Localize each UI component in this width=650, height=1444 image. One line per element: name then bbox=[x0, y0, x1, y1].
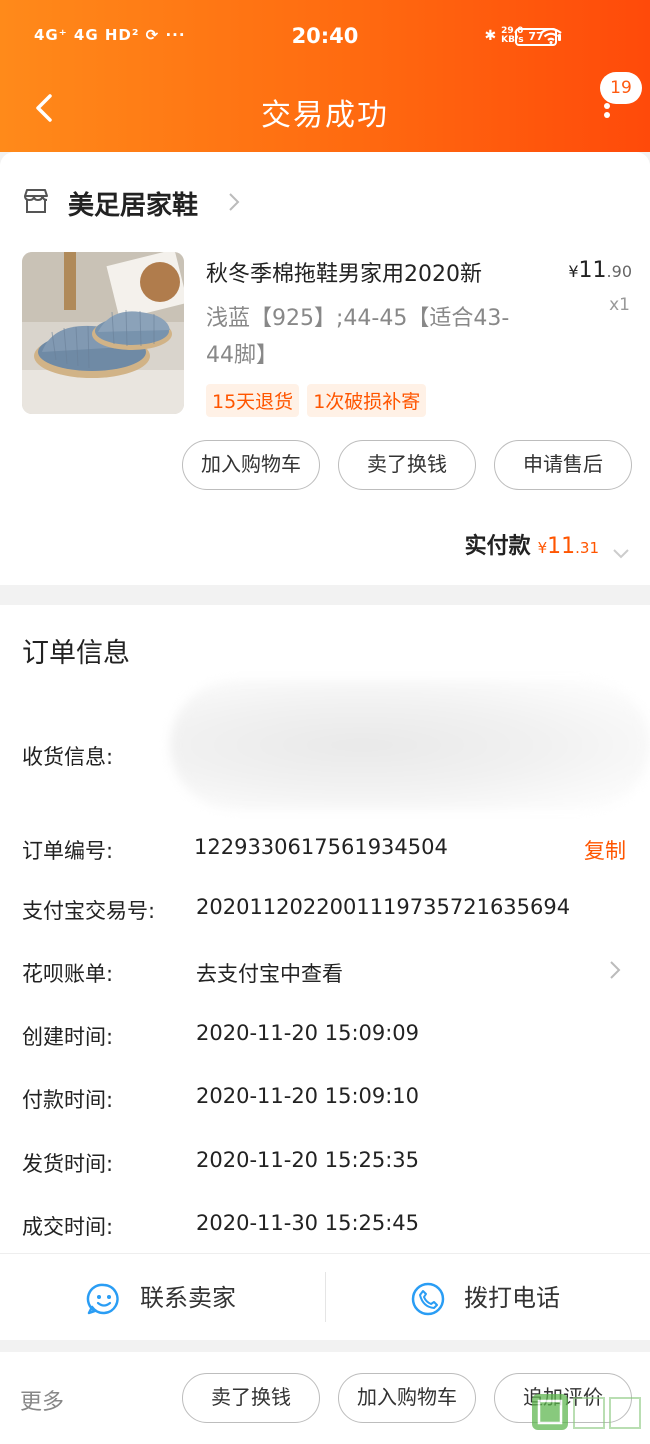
call-button[interactable]: 拨打电话 bbox=[410, 1278, 560, 1317]
more-menu-icon[interactable] bbox=[596, 100, 618, 130]
shipped-time-value: 2020-11-20 15:25:35 bbox=[196, 1148, 420, 1172]
shipping-info-redacted bbox=[170, 680, 650, 810]
product-title[interactable]: 秋冬季棉拖鞋男家用2020新 bbox=[206, 256, 546, 288]
shop-icon bbox=[22, 187, 50, 215]
contact-seller-button[interactable]: 联系卖家 bbox=[86, 1278, 236, 1317]
call-label: 拨打电话 bbox=[464, 1284, 560, 1312]
alipay-no-label: 支付宝交易号: bbox=[22, 899, 156, 923]
resell-button[interactable]: 卖了换钱 bbox=[338, 440, 476, 490]
order-no-label: 订单编号: bbox=[22, 839, 114, 863]
home-indicator bbox=[70, 1436, 580, 1440]
phone-icon bbox=[410, 1281, 446, 1317]
product-price: ¥11.90 bbox=[568, 258, 632, 283]
after-sales-button[interactable]: 申请售后 bbox=[494, 440, 632, 490]
created-time-value: 2020-11-20 15:09:09 bbox=[196, 1021, 420, 1045]
payment-label: 实付款 bbox=[464, 534, 531, 559]
payment-amount: ¥11.31 bbox=[537, 534, 599, 559]
order-no-value: 1229330617561934504 bbox=[194, 835, 448, 859]
divider bbox=[325, 1272, 326, 1322]
huabei-link[interactable]: 去支付宝中查看 bbox=[196, 958, 343, 988]
alipay-no-value: 2020112022001119735721635694 bbox=[196, 895, 571, 919]
chevron-right-icon[interactable] bbox=[227, 191, 241, 213]
add-to-cart-bottom-button[interactable]: 加入购物车 bbox=[338, 1373, 476, 1423]
watermark-logo bbox=[530, 1390, 648, 1440]
contact-bar: 联系卖家 拨打电话 bbox=[0, 1253, 650, 1340]
order-info-card: 订单信息 收货信息: 订单编号: 1229330617561934504 复制 … bbox=[0, 605, 650, 1253]
shipping-label: 收货信息: bbox=[22, 745, 114, 769]
paid-time-value: 2020-11-20 15:09:10 bbox=[196, 1084, 420, 1108]
contact-seller-label: 联系卖家 bbox=[140, 1284, 236, 1312]
add-to-cart-button[interactable]: 加入购物车 bbox=[182, 440, 320, 490]
product-image[interactable] bbox=[22, 252, 184, 414]
order-item-card: 美足居家鞋 秋冬季棉拖鞋男家用2020新 浅蓝【925】;44-45【适合43-… bbox=[0, 152, 650, 585]
resell-bottom-button[interactable]: 卖了换钱 bbox=[182, 1373, 320, 1423]
actual-payment[interactable]: 实付款 ¥11.31 bbox=[465, 528, 630, 560]
page-title: 交易成功 bbox=[261, 98, 389, 133]
shop-name[interactable]: 美足居家鞋 bbox=[68, 185, 198, 222]
chat-bubble-icon bbox=[86, 1281, 122, 1317]
completed-time-label: 成交时间: bbox=[22, 1215, 114, 1239]
tag-return: 15天退货 bbox=[206, 384, 300, 417]
huabei-label: 花呗账单: bbox=[22, 962, 114, 986]
service-tags: 15天退货 1次破损补寄 bbox=[206, 384, 434, 417]
battery-icon: 77 bbox=[515, 28, 561, 46]
chevron-down-icon[interactable] bbox=[612, 541, 630, 559]
order-info-heading: 订单信息 bbox=[22, 638, 130, 669]
bluetooth-icon: ✱ bbox=[484, 28, 497, 44]
shipped-time-label: 发货时间: bbox=[22, 1152, 114, 1176]
product-quantity: x1 bbox=[609, 295, 630, 315]
header: 4G⁺ 4G HD² ⟳ ··· 20:40 ✱ 29.0 KB/s 77 交易… bbox=[0, 0, 650, 152]
more-button[interactable]: 更多 bbox=[20, 1384, 64, 1416]
status-bar: 4G⁺ 4G HD² ⟳ ··· 20:40 ✱ 29.0 KB/s 77 bbox=[0, 0, 650, 76]
chevron-right-icon[interactable] bbox=[608, 959, 622, 981]
paid-time-label: 付款时间: bbox=[22, 1088, 114, 1112]
created-time-label: 创建时间: bbox=[22, 1025, 114, 1049]
copy-button[interactable]: 复制 bbox=[584, 835, 626, 865]
tag-damage-resend: 1次破损补寄 bbox=[307, 384, 427, 417]
completed-time-value: 2020-11-30 15:25:45 bbox=[196, 1211, 420, 1235]
product-spec: 浅蓝【925】;44-45【适合43-44脚】 bbox=[206, 306, 510, 368]
message-count-badge[interactable]: 19 bbox=[600, 72, 642, 104]
